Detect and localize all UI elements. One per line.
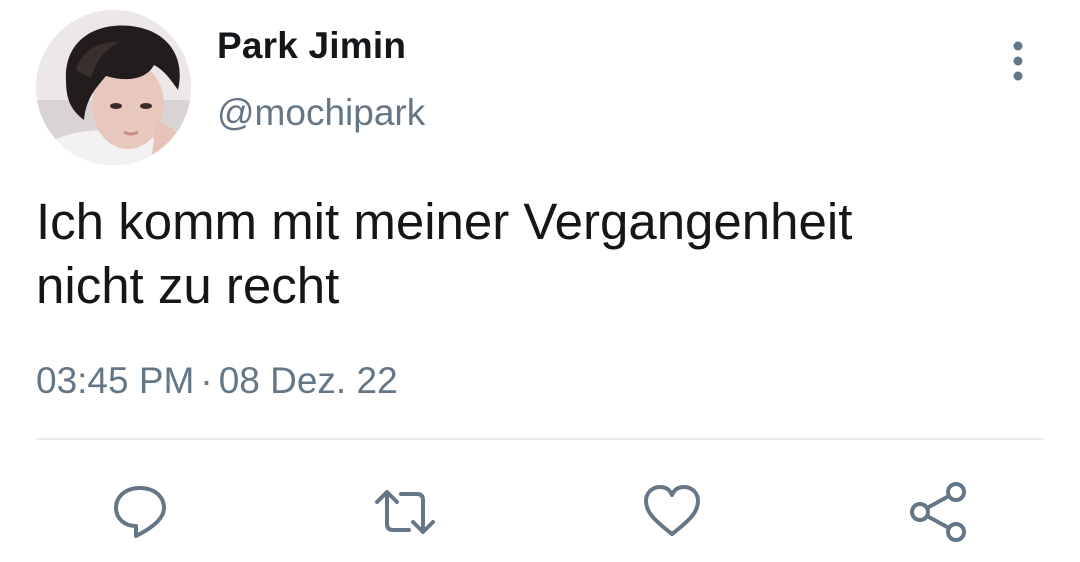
share-icon [910,482,966,542]
avatar[interactable] [36,10,191,165]
divider [36,438,1044,440]
user-handle[interactable]: @mochipark [217,92,425,134]
tweet-text-line-1: Ich komm mit meiner Vergangenheit [36,193,853,250]
reply-button[interactable] [108,480,172,544]
reply-icon [114,486,166,538]
tweet-date: 08 Dez. 22 [218,360,398,401]
tweet-text: Ich komm mit meiner Vergangenheit nicht … [36,190,1036,318]
more-vertical-icon [1013,41,1023,81]
avatar-photo [36,10,191,165]
more-options-button[interactable] [998,36,1038,86]
tweet-timestamp[interactable]: 03:45 PM · 08 Dez. 22 [36,360,398,402]
like-button[interactable] [640,480,704,544]
share-button[interactable] [906,480,970,544]
display-name[interactable]: Park Jimin [217,25,406,67]
like-icon [644,485,700,536]
retweet-button[interactable] [373,480,437,544]
retweet-icon [375,490,435,534]
tweet-text-line-2: nicht zu recht [36,257,340,314]
meta-separator: · [200,360,213,401]
tweet-time: 03:45 PM [36,360,195,401]
